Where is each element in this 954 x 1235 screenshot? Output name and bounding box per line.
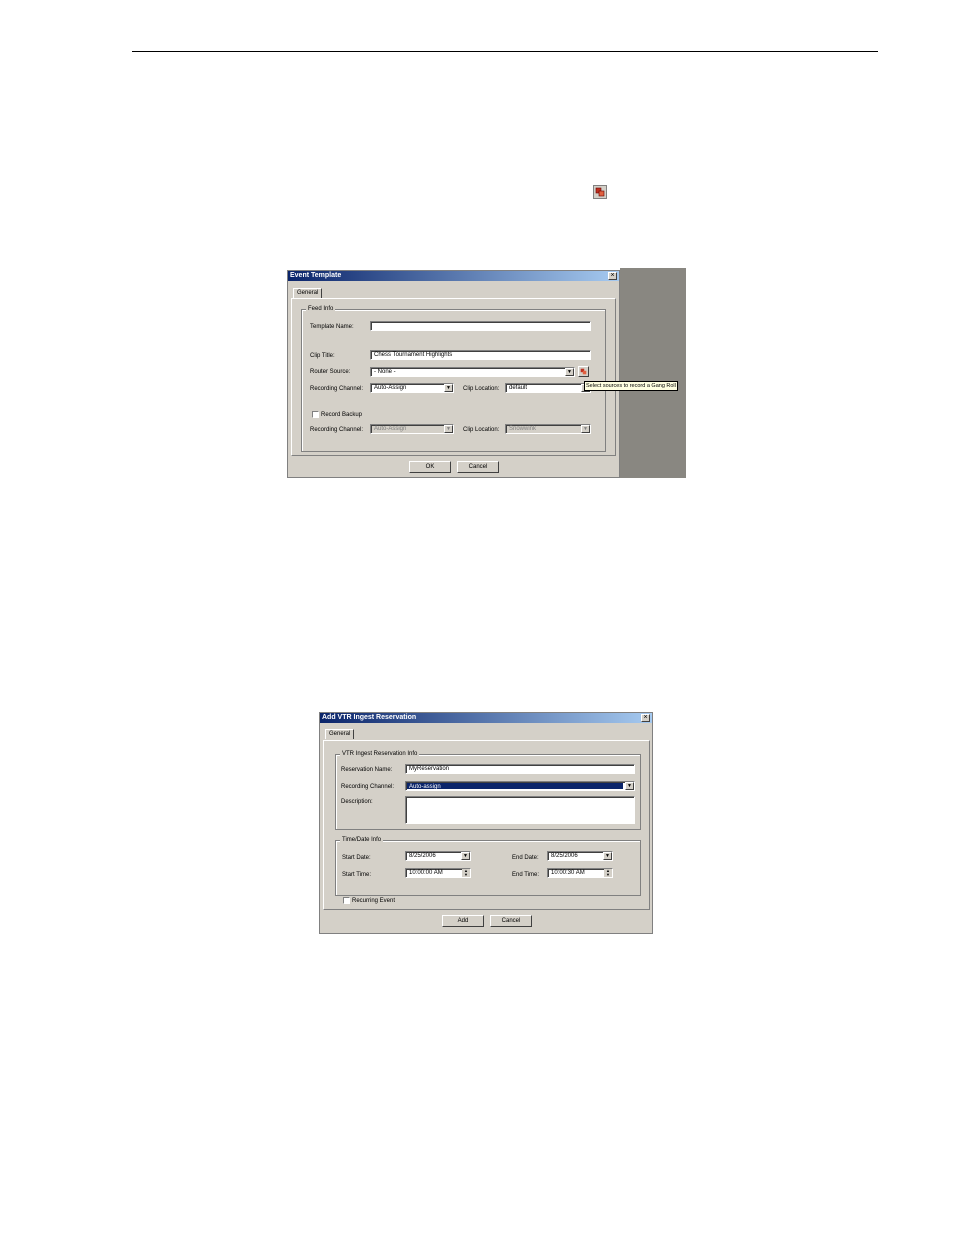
end-date-label: End Date: — [512, 855, 539, 861]
backup-recording-channel-select: Auto-Assign ▼ — [370, 424, 454, 434]
close-button[interactable]: × — [608, 272, 617, 280]
gang-roll-icon — [593, 185, 607, 199]
event-template-dialog: Event Template × General Feed Info Templ… — [287, 270, 620, 478]
record-backup-checkbox[interactable] — [312, 411, 319, 418]
router-source-value: - None - — [374, 369, 396, 375]
gang-roll-button[interactable] — [578, 366, 589, 377]
header-rule — [132, 51, 878, 52]
chevron-down-icon: ▼ — [444, 425, 453, 433]
end-time-value: 10:00:30 AM — [551, 870, 585, 876]
cancel-button[interactable]: Cancel — [490, 915, 532, 927]
clip-title-field[interactable]: Chess Tournament Highlights — [370, 350, 591, 360]
record-backup-label: Record Backup — [321, 412, 363, 418]
tab-general[interactable]: General — [293, 288, 323, 298]
start-date-value: 8/25/2006 — [409, 853, 436, 859]
chevron-down-icon[interactable]: ▼ — [461, 852, 470, 860]
end-date-value: 8/25/2006 — [551, 853, 578, 859]
dialog-title: Add VTR Ingest Reservation — [322, 714, 417, 721]
recurring-event-label: Recurring Event — [352, 898, 396, 904]
spinner-arrows-icon[interactable]: ▲ ▼ — [462, 869, 470, 877]
backup-recording-channel-label: Recording Channel: — [310, 427, 364, 433]
gang-roll-icon — [580, 368, 587, 375]
add-button[interactable]: Add — [442, 915, 484, 927]
clip-location-value: default — [509, 385, 528, 391]
end-time-label: End Time: — [512, 872, 540, 878]
recording-channel-label: Recording Channel: — [341, 784, 395, 790]
end-date-picker[interactable]: 8/25/2006 ▼ — [547, 851, 613, 861]
backup-clip-location-select: Snowwink ▼ — [505, 424, 591, 434]
ok-button[interactable]: OK — [409, 461, 451, 473]
start-time-value: 10:00:00 AM — [409, 870, 443, 876]
chevron-down-icon[interactable]: ▼ — [565, 368, 574, 376]
backup-clip-location-value: Snowwink — [509, 426, 537, 432]
chevron-down-icon[interactable]: ▼ — [444, 384, 453, 392]
spinner-arrows-icon[interactable]: ▲ ▼ — [604, 869, 612, 877]
reservation-name-label: Reservation Name: — [341, 767, 393, 773]
chevron-down-icon: ▼ — [581, 425, 590, 433]
feed-info-label: Feed Info — [306, 305, 336, 314]
close-button[interactable]: × — [641, 714, 650, 722]
clip-title-label: Clip Title: — [310, 353, 335, 359]
start-date-label: Start Date: — [342, 855, 371, 861]
reservation-info-label: VTR Ingest Reservation Info — [340, 750, 420, 759]
background-window — [620, 268, 686, 478]
template-name-field[interactable] — [370, 321, 591, 331]
chevron-down-icon[interactable]: ▼ — [625, 782, 634, 790]
recording-channel-value: Auto-Assign — [374, 385, 407, 391]
backup-recording-channel-value: Auto-Assign — [374, 426, 407, 432]
template-name-label: Template Name: — [310, 324, 354, 330]
router-source-label: Router Source: — [310, 369, 351, 375]
cancel-button[interactable]: Cancel — [457, 461, 499, 473]
tab-general[interactable]: General — [325, 729, 355, 739]
dialog-titlebar: Add VTR Ingest Reservation — [320, 713, 652, 723]
start-time-label: Start Time: — [342, 872, 372, 878]
clip-location-select[interactable]: default ▼ — [505, 383, 591, 393]
router-source-select[interactable]: - None - ▼ — [370, 367, 575, 377]
description-field[interactable] — [405, 796, 635, 824]
chevron-down-icon[interactable]: ▼ — [603, 852, 612, 860]
recording-channel-select[interactable]: Auto-Assign ▼ — [370, 383, 454, 393]
recurring-event-checkbox[interactable] — [343, 897, 350, 904]
start-date-picker[interactable]: 8/25/2006 ▼ — [405, 851, 471, 861]
end-time-spinner[interactable]: 10:00:30 AM ▲ ▼ — [547, 868, 613, 878]
time-date-label: Time/Date Info — [340, 836, 384, 845]
description-label: Description: — [341, 799, 373, 805]
vtr-reservation-dialog: Add VTR Ingest Reservation × General VTR… — [319, 712, 653, 934]
reservation-name-field[interactable]: MyReservation — [405, 764, 635, 774]
dialog-titlebar: Event Template — [288, 271, 619, 281]
start-time-spinner[interactable]: 10:00:00 AM ▲ ▼ — [405, 868, 471, 878]
dialog-title: Event Template — [290, 272, 342, 279]
recording-channel-value: Auto-assign — [407, 783, 623, 790]
backup-clip-location-label: Clip Location: — [463, 427, 500, 433]
recording-channel-label: Recording Channel: — [310, 386, 364, 392]
gang-roll-tooltip: Select sources to record a Gang Roll — [584, 381, 678, 391]
recording-channel-select[interactable]: Auto-assign ▼ — [405, 781, 635, 791]
clip-location-label: Clip Location: — [463, 386, 500, 392]
